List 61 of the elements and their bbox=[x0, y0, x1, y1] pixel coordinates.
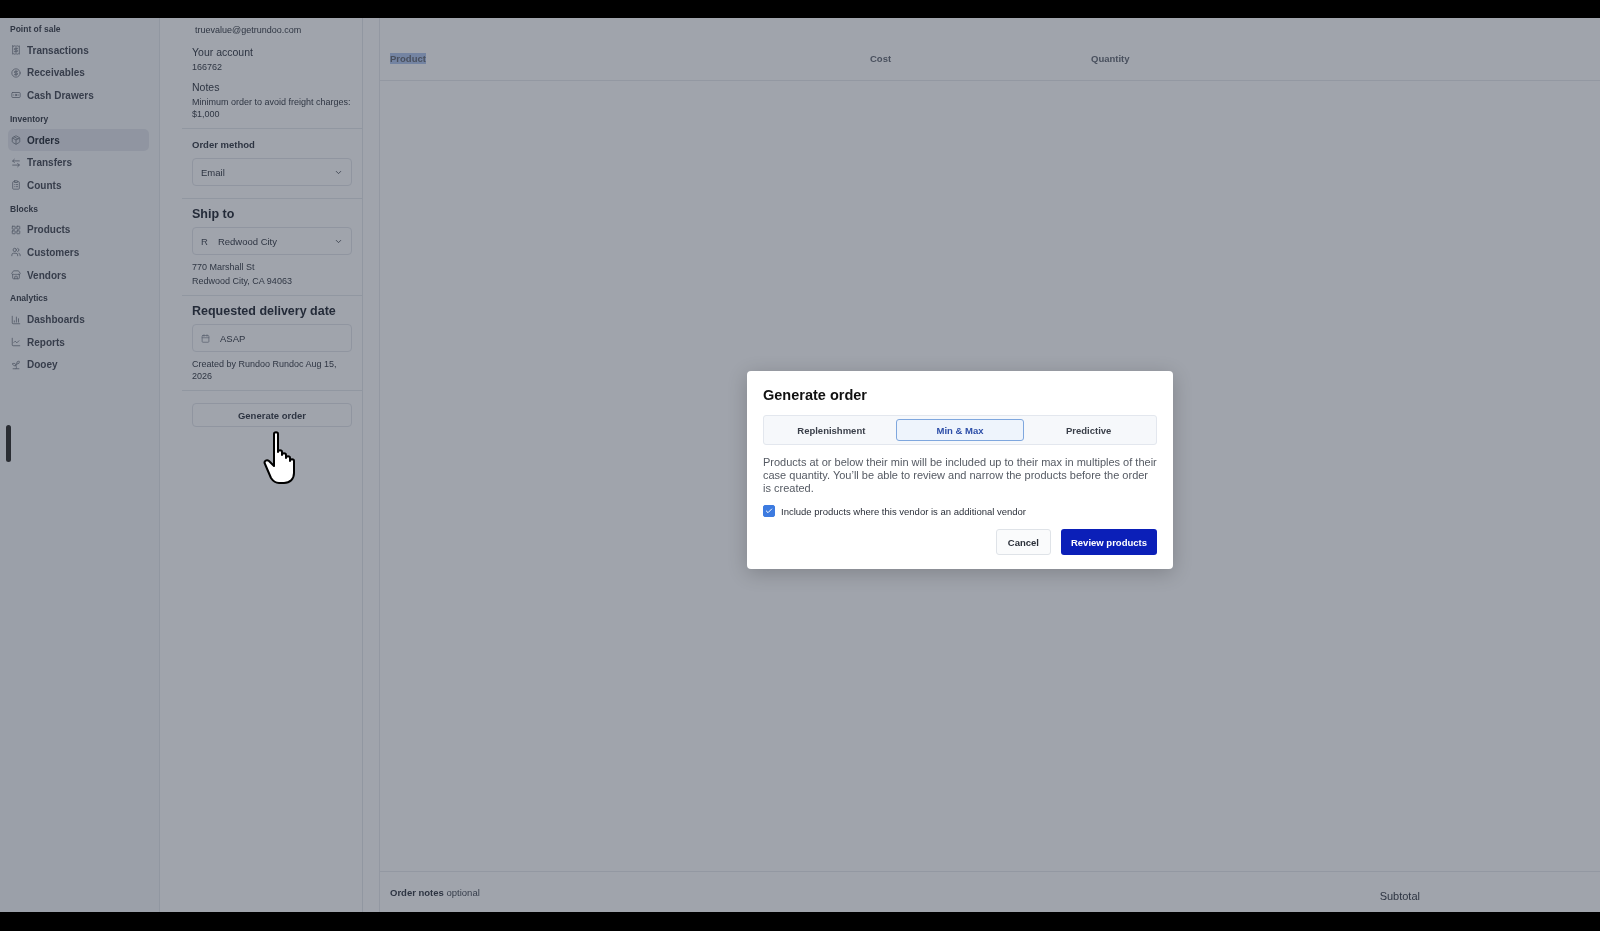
sidebar-item[interactable]: Receivables bbox=[8, 61, 149, 85]
sidebar-item[interactable]: Reports bbox=[8, 330, 149, 354]
column-header[interactable]: Quantity bbox=[1091, 52, 1130, 64]
checkbox-label: Include products where this vendor is an additional vendor bbox=[781, 505, 1027, 517]
location-select[interactable]: R Redwood City bbox=[192, 227, 352, 255]
cancel-button[interactable]: Cancel bbox=[995, 529, 1051, 555]
account-label: Your account bbox=[192, 46, 254, 59]
sidebar-item[interactable]: Vendors bbox=[8, 263, 149, 287]
nav-icon bbox=[11, 135, 21, 146]
notes-label: Notes bbox=[192, 81, 221, 94]
section-heading: Requested delivery date bbox=[192, 304, 337, 318]
date-field[interactable]: ASAP bbox=[192, 324, 352, 352]
section-label: Blocks bbox=[10, 203, 39, 215]
nav-icon bbox=[11, 270, 21, 281]
address-line: 770 Marshall St bbox=[192, 261, 256, 273]
nav-icon bbox=[11, 359, 21, 370]
checkbox[interactable] bbox=[763, 505, 775, 517]
column-header[interactable]: Product bbox=[390, 52, 426, 64]
nav-icon bbox=[11, 180, 21, 191]
mode-tab[interactable]: Predictive bbox=[1024, 419, 1153, 441]
sidebar-item[interactable]: Products bbox=[8, 218, 149, 242]
address-line: Redwood City, CA 94063 bbox=[192, 275, 293, 287]
nav-icon bbox=[11, 157, 21, 168]
section-heading: Ship to bbox=[192, 207, 236, 221]
dialog-title: Generate order bbox=[763, 387, 868, 403]
order-notes-label: Order notes optional bbox=[390, 886, 480, 898]
section-label: Point of sale bbox=[10, 24, 62, 35]
section-label: Inventory bbox=[10, 113, 50, 125]
account-number: 166762 bbox=[192, 61, 224, 73]
sidebar-item[interactable]: Orders bbox=[8, 128, 149, 152]
sidebar-item[interactable]: Customers bbox=[8, 241, 149, 264]
nav-icon bbox=[11, 247, 21, 258]
generate-order-button[interactable]: Generate order bbox=[192, 403, 352, 427]
nav-icon bbox=[11, 314, 21, 325]
mode-tab[interactable]: Replenishment bbox=[767, 419, 896, 441]
nav-icon bbox=[11, 224, 21, 235]
calendar-icon bbox=[201, 333, 210, 343]
sidebar-item[interactable]: Dooey bbox=[8, 353, 149, 377]
notes-text: Minimum order to avoid freight charges: $1,000 bbox=[192, 96, 352, 120]
scrollbar-thumb[interactable] bbox=[6, 425, 11, 462]
nav-icon bbox=[11, 45, 21, 56]
vendor-email: truevalue@getrundoo.com bbox=[194, 24, 303, 36]
sidebar-item[interactable]: Counts bbox=[8, 173, 149, 197]
check-icon bbox=[765, 507, 773, 515]
dialog-description: Products at or below their min will be included up to their max in multiples of their case quantity. You’ll be able to review and narrow the products before the order is created. bbox=[763, 456, 1157, 495]
sidebar-item[interactable]: Transactions bbox=[8, 39, 149, 62]
sidebar-item[interactable]: Transfers bbox=[8, 151, 149, 174]
sidebar-item[interactable]: Cash Drawers bbox=[8, 84, 149, 107]
mode-tab[interactable]: Min & Max bbox=[895, 419, 1025, 441]
sidebar-item[interactable]: Dashboards bbox=[8, 308, 149, 331]
nav-icon bbox=[11, 90, 21, 101]
order-method-select[interactable]: Email bbox=[192, 158, 352, 186]
nav-icon bbox=[11, 67, 21, 78]
nav-icon bbox=[11, 337, 21, 348]
column-header[interactable]: Cost bbox=[870, 52, 892, 64]
created-note: Created by Rundoo Rundoc Aug 15, 2026 bbox=[192, 358, 338, 382]
field-label: Order method bbox=[192, 139, 256, 150]
review-products-button[interactable]: Review products bbox=[1060, 529, 1157, 555]
location-initial: R bbox=[201, 235, 208, 247]
section-label: Analytics bbox=[10, 293, 49, 305]
subtotal-label: Subtotal bbox=[1379, 890, 1420, 902]
